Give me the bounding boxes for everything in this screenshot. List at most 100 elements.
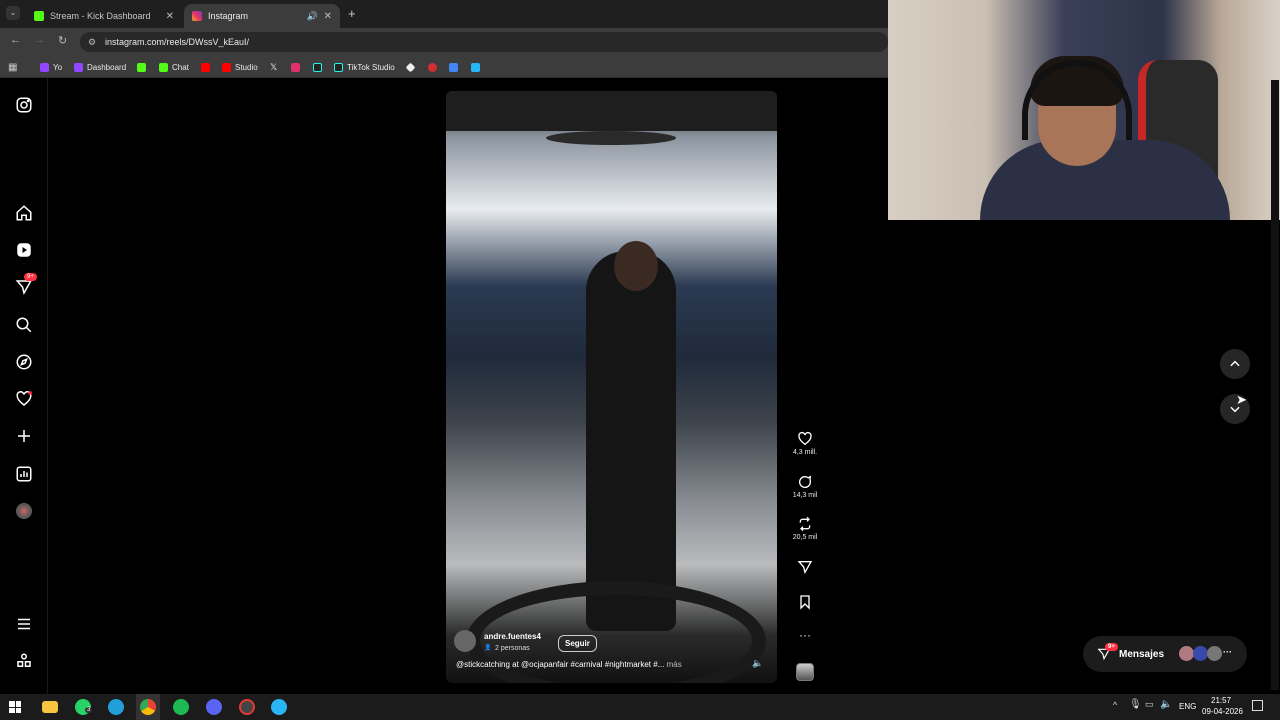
- dashboard-icon[interactable]: [14, 464, 34, 484]
- telegram-icon[interactable]: [108, 699, 124, 715]
- like-button[interactable]: 4,3 mill.: [790, 431, 820, 456]
- author-avatar[interactable]: [454, 630, 476, 652]
- meta-apps-icon[interactable]: [14, 651, 34, 671]
- close-icon[interactable]: ✕: [166, 11, 174, 22]
- spotify-icon[interactable]: [173, 699, 189, 715]
- repost-button[interactable]: 20,5 mil: [790, 516, 820, 541]
- bookmark-extra-3[interactable]: [449, 60, 462, 74]
- tab-instagram[interactable]: Instagram 🔊 ✕: [184, 4, 340, 28]
- bookmark-extra-1[interactable]: [405, 60, 418, 74]
- bookmark-icon: [800, 595, 810, 610]
- comment-button[interactable]: 14,3 mil: [790, 474, 820, 499]
- clock-time[interactable]: 21:57: [1211, 696, 1231, 705]
- language-indicator[interactable]: ENG: [1179, 702, 1196, 711]
- kick-icon: [137, 62, 146, 72]
- messages-label: Mensajes: [1119, 648, 1165, 660]
- bookmark-yo[interactable]: Yo: [40, 60, 62, 74]
- bookmark-extra-2[interactable]: [428, 60, 441, 74]
- notifications-heart-icon[interactable]: [14, 389, 34, 409]
- bookmark-chat[interactable]: Chat: [159, 60, 189, 74]
- more-menu-icon[interactable]: [14, 614, 34, 634]
- tab-kick-dashboard[interactable]: Stream - Kick Dashboard ✕: [26, 4, 182, 28]
- discord-icon[interactable]: [206, 699, 222, 715]
- file-explorer-icon[interactable]: [42, 701, 58, 713]
- create-icon[interactable]: [14, 426, 34, 446]
- messages-button[interactable]: 9+ Mensajes ···: [1083, 636, 1247, 672]
- tray-chevron-icon[interactable]: ^: [1113, 700, 1117, 710]
- url-field[interactable]: ⚙ instagram.com/reels/DWssV_kEauI/: [80, 32, 888, 52]
- video-frame-canopy: [446, 91, 777, 131]
- bookmark-youtube[interactable]: [201, 60, 214, 74]
- like-count: 4,3 mill.: [792, 449, 818, 456]
- volume-icon[interactable]: 🔈: [1160, 699, 1172, 710]
- audio-thumbnail[interactable]: [796, 663, 814, 681]
- collab-count[interactable]: 2 personas: [495, 645, 530, 652]
- reel-video[interactable]: [446, 91, 777, 683]
- app-icon[interactable]: [239, 699, 255, 715]
- heart-icon: [798, 431, 812, 446]
- contact-avatar: [1193, 646, 1208, 661]
- kick-icon: [159, 62, 168, 72]
- bookmark-studio[interactable]: Studio: [222, 60, 258, 74]
- new-tab-button[interactable]: +: [348, 6, 356, 21]
- mouse-cursor-icon: ➤: [1236, 392, 1247, 407]
- bookmark-extra-4[interactable]: [471, 60, 484, 74]
- clock-date[interactable]: 09-04-2026: [1202, 707, 1243, 716]
- mute-icon[interactable]: 🔈: [752, 658, 763, 669]
- bookmark-label: Studio: [235, 62, 258, 72]
- network-icon[interactable]: ▭: [1145, 699, 1154, 710]
- bookmark-x[interactable]: 𝕏: [270, 60, 277, 74]
- bookmark-instagram[interactable]: [291, 60, 304, 74]
- caption[interactable]: @stickcatching at @ocjapanfair #carnival…: [456, 660, 728, 669]
- notification-center-icon[interactable]: [1252, 700, 1263, 711]
- contact-avatar: [1179, 646, 1194, 661]
- search-icon[interactable]: [14, 315, 34, 335]
- tab-label: Stream - Kick Dashboard: [50, 11, 151, 21]
- bookmark-tiktok-studio[interactable]: TikTok Studio: [334, 60, 395, 74]
- taskbar: 3 ^ 🎙 ▭ 🔈 ENG 21:57 09-04-2026: [0, 694, 1280, 720]
- reels-icon[interactable]: [14, 240, 34, 260]
- more-options-button[interactable]: ···: [790, 628, 820, 642]
- bookmark-label: TikTok Studio: [347, 62, 395, 72]
- tab-list-button[interactable]: ⌄: [6, 6, 20, 20]
- bookmark-tiktok[interactable]: [313, 60, 326, 74]
- messages-icon[interactable]: 9+: [14, 273, 37, 297]
- twitch-icon: [40, 62, 49, 72]
- follow-button[interactable]: Seguir: [558, 635, 597, 652]
- save-button[interactable]: [790, 594, 820, 612]
- video-frame-person: [586, 251, 676, 631]
- capcut-icon[interactable]: [271, 699, 287, 715]
- bookmark-dashboard[interactable]: Dashboard: [74, 60, 126, 74]
- home-icon[interactable]: [14, 203, 34, 223]
- microphone-icon[interactable]: 🎙: [1129, 699, 1142, 710]
- instagram-icon: [291, 62, 300, 72]
- share-button[interactable]: [790, 559, 820, 577]
- bookmark-kick[interactable]: [137, 60, 150, 74]
- reload-icon[interactable]: ↻: [58, 34, 67, 47]
- tab-label: Instagram: [208, 11, 249, 21]
- bookmark-label: Yo: [53, 62, 63, 72]
- author-username[interactable]: andre.fuentes4: [484, 632, 541, 641]
- share-icon: [797, 561, 813, 575]
- instagram-logo-icon[interactable]: [14, 95, 34, 115]
- windows-start-icon[interactable]: [9, 701, 21, 713]
- forward-icon[interactable]: →: [34, 34, 45, 46]
- page-scrollbar[interactable]: [1271, 80, 1279, 690]
- site-info-icon[interactable]: ⚙: [88, 32, 96, 52]
- whatsapp-icon[interactable]: 3: [75, 699, 93, 715]
- collab-icon: 👤: [484, 645, 492, 651]
- chevron-up-icon: [1230, 360, 1240, 367]
- messages-badge: 9+: [24, 273, 37, 281]
- apps-icon[interactable]: ▦: [8, 60, 17, 74]
- explore-icon[interactable]: [14, 352, 34, 372]
- close-icon[interactable]: ✕: [324, 11, 332, 22]
- messages-badge: 9+: [1105, 643, 1118, 651]
- chrome-icon[interactable]: [140, 699, 156, 715]
- whatsapp-badge: 3: [85, 707, 93, 713]
- speaker-icon[interactable]: 🔊: [307, 11, 318, 22]
- profile-avatar-icon[interactable]: [14, 501, 34, 521]
- back-icon[interactable]: ←: [10, 34, 21, 46]
- youtube-icon: [222, 62, 231, 72]
- caption-more-link[interactable]: más: [667, 660, 682, 669]
- previous-reel-button[interactable]: [1220, 349, 1250, 379]
